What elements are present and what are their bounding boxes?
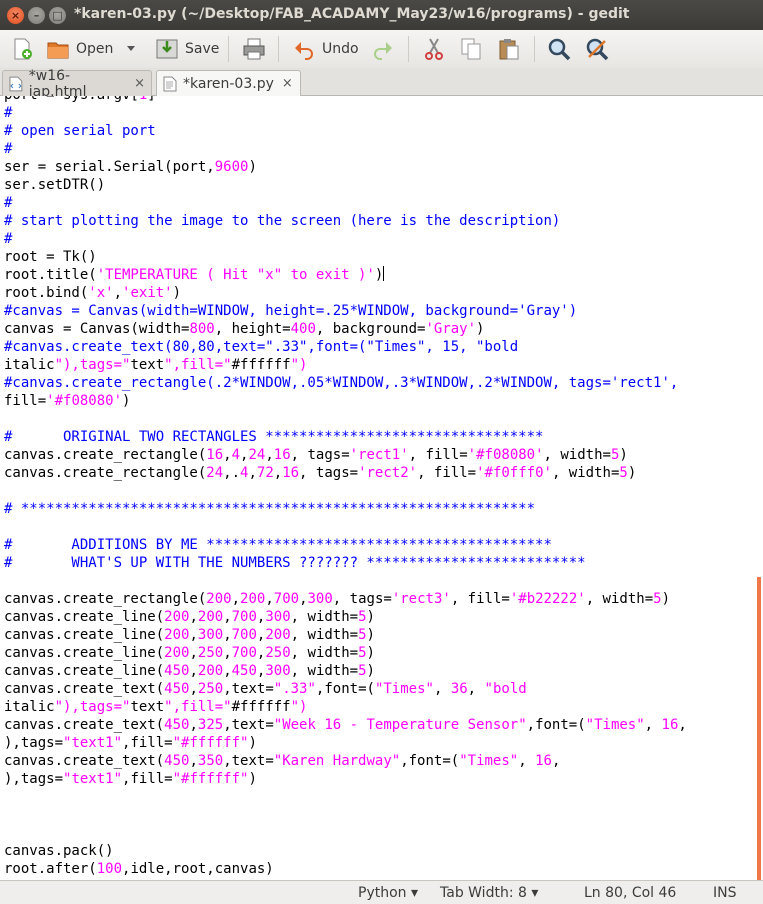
code-line: canvas.pack() <box>4 843 114 859</box>
code-line: canvas.create_rectangle(16,4,24,16, tags… <box>4 447 628 463</box>
change-marker-bar <box>757 577 761 880</box>
new-document-icon <box>14 38 32 60</box>
paste-icon <box>499 39 519 60</box>
code-line: root.after(100,idle,root,canvas) <box>4 861 274 877</box>
new-button[interactable] <box>10 34 40 64</box>
tab-karen-03-py[interactable]: *karen-03.py × <box>156 70 301 96</box>
dropdown-arrow-icon <box>127 46 135 51</box>
save-icon <box>156 39 178 59</box>
code-area[interactable]: port = sys.argv[1]## open serial port#se… <box>4 96 687 880</box>
window-title: *karen-03.py (~/Desktop/FAB_ACADAMY_May2… <box>74 6 630 22</box>
toolbar-separator <box>408 36 409 62</box>
close-tab-icon[interactable]: × <box>282 76 293 91</box>
open-recent-dropdown[interactable] <box>127 34 135 64</box>
tab-label: *w16-iap.html <box>28 67 87 100</box>
print-button[interactable] <box>242 34 272 64</box>
code-line: # <box>4 141 13 157</box>
text-cursor <box>383 266 385 281</box>
code-line: canvas.create_line(200,300,700,200, widt… <box>4 627 375 643</box>
tab-width-selector[interactable]: Tab Width: 8 ▾ <box>440 885 538 901</box>
code-line: # <box>4 105 13 121</box>
code-line: # ADDITIONS BY ME **********************… <box>4 537 552 553</box>
code-line: canvas.create_line(450,200,450,300, widt… <box>4 663 375 679</box>
code-line: # open serial port <box>4 123 156 139</box>
code-line: #canvas = Canvas(width=WINDOW, height=.2… <box>4 303 578 319</box>
toolbar-separator <box>228 36 229 62</box>
code-line: italic"),tags="text",fill="#ffffff") <box>4 357 308 373</box>
code-line: canvas.create_text(450,350,text="Karen H… <box>4 753 561 769</box>
code-line: # ORIGINAL TWO RECTANGLES **************… <box>4 429 544 445</box>
code-line: italic"),tags="text",fill="#ffffff") <box>4 699 308 715</box>
code-line: #canvas.create_text(80,80,text=".33",fon… <box>4 339 519 355</box>
replace-button[interactable] <box>585 34 615 64</box>
cut-button[interactable] <box>422 34 452 64</box>
copy-icon <box>461 38 481 60</box>
code-line: ),tags="text1",fill="#ffffff") <box>4 771 257 787</box>
open-button[interactable]: Open <box>46 34 113 64</box>
copy-button[interactable] <box>459 34 489 64</box>
search-icon <box>548 38 571 61</box>
code-line: ser.setDTR() <box>4 177 106 193</box>
code-line: canvas.create_rectangle(24,.4,72,16, tag… <box>4 465 637 481</box>
code-line: canvas.create_line(200,200,700,300, widt… <box>4 609 375 625</box>
redo-button[interactable] <box>371 34 401 64</box>
code-line: # WHAT'S UP WITH THE NUMBERS ??????? ***… <box>4 555 586 571</box>
code-line: # <box>4 231 13 247</box>
code-line: canvas.create_text(450,250,text=".33",fo… <box>4 681 527 697</box>
replace-icon <box>586 38 609 61</box>
code-line: # **************************************… <box>4 501 536 517</box>
tab-label: *karen-03.py <box>183 75 274 92</box>
save-label: Save <box>185 41 220 57</box>
text-editor[interactable]: port = sys.argv[1]## open serial port#se… <box>0 96 763 880</box>
insert-mode: INS <box>713 885 737 901</box>
python-file-icon <box>163 76 177 91</box>
undo-label: Undo <box>322 41 359 57</box>
toolbar: Open Save Undo <box>0 30 763 68</box>
code-line: port = sys.argv[1] <box>4 96 687 104</box>
title-bar: × – □ *karen-03.py (~/Desktop/FAB_ACADAM… <box>0 0 763 30</box>
code-line: root.bind('x','exit') <box>4 285 182 301</box>
undo-button[interactable]: Undo <box>292 34 359 64</box>
code-line: ),tags="text1",fill="#ffffff") <box>4 735 257 751</box>
tab-w16-iap-html[interactable]: *w16-iap.html × <box>2 68 152 100</box>
paste-button[interactable] <box>497 34 527 64</box>
code-line: canvas.create_rectangle(200,200,700,300,… <box>4 591 671 607</box>
toolbar-separator <box>534 36 535 62</box>
open-label: Open <box>76 41 114 57</box>
code-line: # start plotting the image to the screen… <box>4 213 561 229</box>
close-tab-icon[interactable]: × <box>134 76 145 91</box>
cut-icon <box>425 38 443 60</box>
status-bar: Python ▾ Tab Width: 8 ▾ Ln 80, Col 46 IN… <box>0 880 763 904</box>
code-line: root.title('TEMPERATURE ( Hit "x" to exi… <box>4 266 385 283</box>
code-line: #canvas.create_rectangle(.2*WINDOW,.05*W… <box>4 375 679 391</box>
code-line: fill='#f08080') <box>4 393 131 409</box>
code-line: # <box>4 195 13 211</box>
code-line: ser = serial.Serial(port,9600) <box>4 159 257 175</box>
cursor-position: Ln 80, Col 46 <box>584 885 677 901</box>
code-line: canvas = Canvas(width=800, height=400, b… <box>4 321 485 337</box>
redo-icon <box>374 42 392 60</box>
code-line: canvas.create_line(200,250,700,250, widt… <box>4 645 375 661</box>
toolbar-separator <box>278 36 279 62</box>
open-folder-icon <box>47 42 69 59</box>
maximize-window-button[interactable]: □ <box>49 7 66 24</box>
close-window-button[interactable]: × <box>7 7 24 24</box>
print-icon <box>243 38 265 60</box>
undo-icon <box>295 42 313 60</box>
save-button[interactable]: Save <box>155 34 219 64</box>
language-selector[interactable]: Python ▾ <box>358 885 418 901</box>
minimize-window-button[interactable]: – <box>28 7 45 24</box>
find-button[interactable] <box>547 34 577 64</box>
tab-bar: *w16-iap.html × *karen-03.py × <box>0 68 763 100</box>
html-file-icon <box>9 76 23 91</box>
code-line: root = Tk() <box>4 249 97 265</box>
code-line: canvas.create_text(450,325,text="Week 16… <box>4 717 687 733</box>
